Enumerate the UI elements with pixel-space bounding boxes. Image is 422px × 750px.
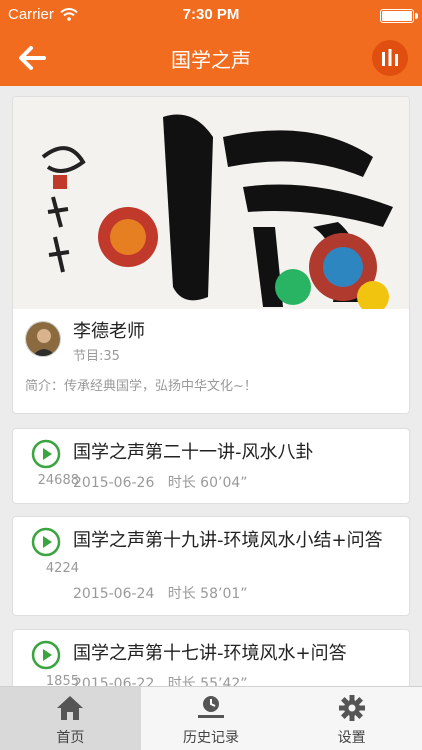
history-icon <box>198 696 224 718</box>
episode-date: 2015-06-24 <box>73 586 155 602</box>
episode-play-count: 24688 <box>37 473 79 488</box>
author-row: 李德老师 节目:35 <box>25 321 145 364</box>
tab-label: 历史记录 <box>183 730 239 746</box>
tab-history[interactable]: 历史记录 <box>141 687 282 750</box>
play-icon[interactable] <box>31 640 61 670</box>
battery-icon <box>380 9 418 23</box>
equalizer-icon <box>382 49 398 66</box>
episode-title: 国学之声第十七讲-环境风水+问答 <box>73 643 347 664</box>
album-intro: 简介：传承经典国学，弘扬中华文化~！ <box>25 379 257 394</box>
episode-item[interactable]: 国学之声第十九讲-环境风水小结+问答 4224 2015-06-24 时长 58… <box>12 516 410 616</box>
tab-label: 设置 <box>337 730 366 746</box>
album-cover-image <box>13 97 409 309</box>
program-count: 节目:35 <box>73 349 120 364</box>
tab-home[interactable]: 首页 <box>0 687 141 750</box>
status-bar: Carrier 7:30 PM <box>0 0 422 30</box>
album-card[interactable]: 李德老师 节目:35 简介：传承经典国学，弘扬中华文化~！ <box>12 96 410 414</box>
episode-duration: 时长 60’04” <box>167 475 248 491</box>
author-avatar <box>25 321 61 357</box>
episode-item[interactable]: 国学之声第二十一讲-风水八卦 24688 2015-06-26 时长 60’04… <box>12 428 410 504</box>
gear-icon <box>338 695 365 721</box>
tab-bar: 首页 历史记录 设置 <box>0 686 422 750</box>
episode-meta: 2015-06-26 时长 60’04” <box>73 472 248 492</box>
now-playing-button[interactable] <box>372 40 408 76</box>
nav-bar: 国学之声 <box>0 30 422 86</box>
episode-date: 2015-06-26 <box>73 475 155 491</box>
play-icon[interactable] <box>31 439 61 469</box>
play-icon[interactable] <box>31 527 61 557</box>
episode-duration: 时长 58’01” <box>167 586 248 602</box>
status-time: 7:30 PM <box>182 6 240 23</box>
tab-settings[interactable]: 设置 <box>281 687 422 750</box>
tab-label: 首页 <box>56 730 85 746</box>
episode-title: 国学之声第二十一讲-风水八卦 <box>73 442 314 463</box>
episode-title: 国学之声第十九讲-环境风水小结+问答 <box>73 530 383 551</box>
home-icon <box>57 696 84 720</box>
episode-meta: 2015-06-24 时长 58’01” <box>73 583 248 603</box>
episode-play-count: 4224 <box>45 561 79 576</box>
author-info: 李德老师 节目:35 <box>73 321 145 364</box>
author-name: 李德老师 <box>73 321 145 342</box>
page-title: 国学之声 <box>171 48 251 72</box>
